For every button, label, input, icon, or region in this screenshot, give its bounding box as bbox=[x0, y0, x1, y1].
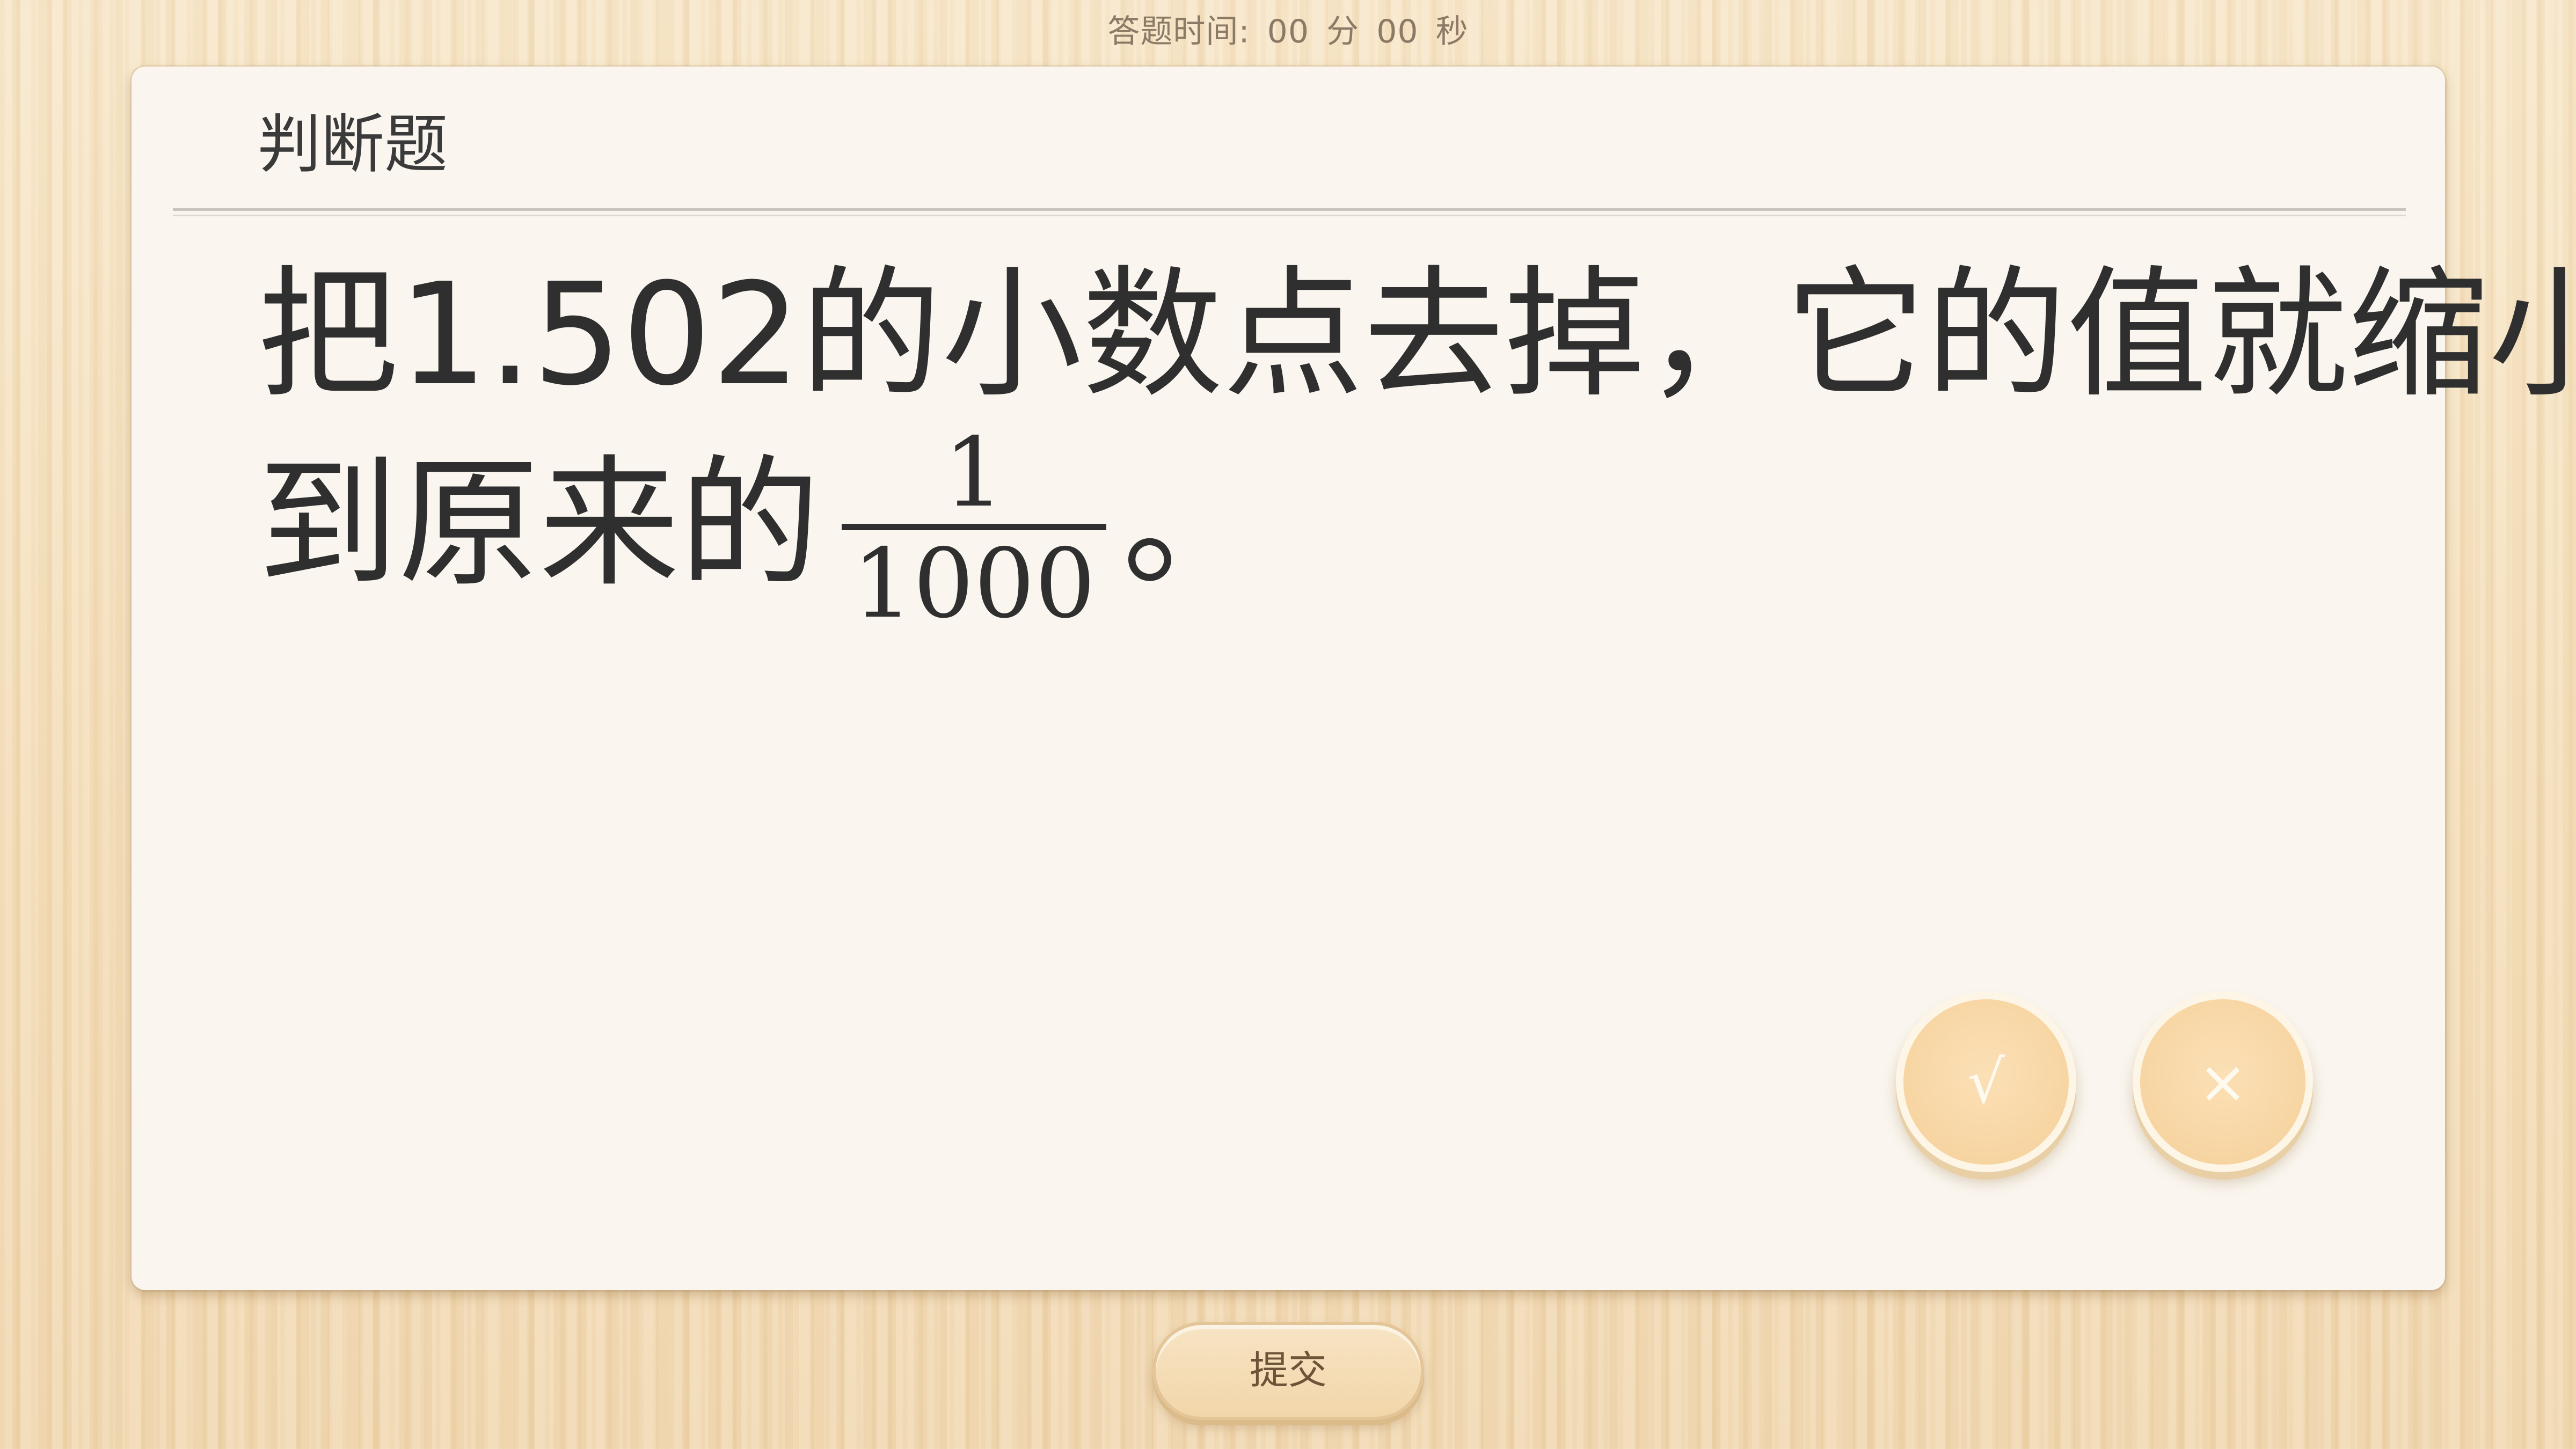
answer-true-button[interactable]: √ bbox=[1896, 992, 2076, 1172]
answer-false-button[interactable]: × bbox=[2133, 992, 2313, 1172]
question-card: 判断题 把1.502的小数点去掉，它的值就缩小 到原来的 1 1000。 √ × bbox=[132, 67, 2576, 1290]
fraction: 1 1000 bbox=[842, 422, 1106, 638]
timer-seconds: 00 bbox=[1376, 13, 1419, 50]
timer-minutes: 00 bbox=[1267, 13, 1310, 50]
fraction-denominator: 1000 bbox=[852, 528, 1096, 639]
answer-timer: 答题时间: 00 分 00 秒 bbox=[0, 8, 2576, 56]
submit-button-label: 提交 bbox=[1249, 1348, 1327, 1393]
title-divider-secondary bbox=[173, 215, 2406, 216]
question-type-title: 判断题 bbox=[258, 107, 448, 181]
submit-button[interactable]: 提交 bbox=[1152, 1322, 1424, 1420]
check-icon: √ bbox=[1967, 1048, 2005, 1116]
question-line-2-prefix: 到原来的 bbox=[258, 442, 820, 606]
cross-icon: × bbox=[2198, 1048, 2248, 1116]
question-line-1: 把1.502的小数点去掉，它的值就缩小 bbox=[258, 253, 2576, 416]
question-text: 把1.502的小数点去掉，它的值就缩小 到原来的 1 1000。 bbox=[258, 244, 2576, 642]
title-divider bbox=[173, 208, 2406, 211]
fraction-numerator: 1 bbox=[943, 417, 1005, 528]
question-line-2-suffix: 。 bbox=[1122, 442, 1263, 606]
timer-minutes-unit: 分 bbox=[1326, 13, 1360, 50]
timer-label: 答题时间: bbox=[1107, 13, 1250, 50]
question-line-2: 到原来的 1 1000。 bbox=[258, 422, 2405, 642]
timer-seconds-unit: 秒 bbox=[1435, 13, 1469, 50]
